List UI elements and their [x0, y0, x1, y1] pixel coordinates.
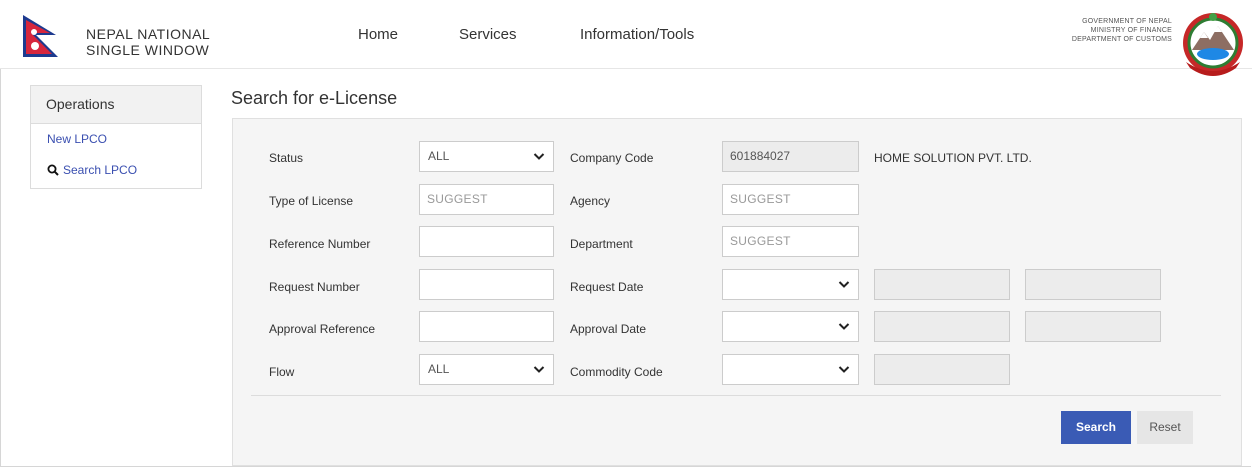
- nav-services[interactable]: Services: [459, 26, 517, 43]
- search-form-panel: Status ALL Company Code 601884027 HOME S…: [232, 118, 1242, 466]
- search-button[interactable]: Search: [1061, 411, 1131, 444]
- chevron-down-icon: [838, 323, 850, 330]
- approval-date-to[interactable]: [1025, 311, 1161, 342]
- type-of-license-input[interactable]: SUGGEST: [419, 184, 554, 215]
- nav-home[interactable]: Home: [358, 26, 398, 43]
- agency-input[interactable]: SUGGEST: [722, 184, 859, 215]
- approval-date-select[interactable]: [722, 311, 859, 342]
- commodity-code-label: Commodity Code: [570, 365, 663, 379]
- approval-reference-input[interactable]: [419, 311, 554, 342]
- request-date-to[interactable]: [1025, 269, 1161, 300]
- approval-date-label: Approval Date: [570, 322, 647, 336]
- brand-line-2: SINGLE WINDOW: [86, 42, 210, 58]
- department-label: Department: [570, 237, 633, 251]
- government-text: GOVERNMENT OF NEPAL MINISTRY OF FINANCE …: [1072, 17, 1172, 44]
- gov-line-1: GOVERNMENT OF NEPAL: [1082, 18, 1172, 25]
- request-date-from[interactable]: [874, 269, 1010, 300]
- reference-number-label: Reference Number: [269, 237, 371, 251]
- nav-information-tools[interactable]: Information/Tools: [580, 26, 694, 43]
- request-date-label: Request Date: [570, 280, 644, 294]
- chevron-down-icon: [533, 366, 545, 373]
- commodity-code-select[interactable]: [722, 354, 859, 385]
- department-input[interactable]: SUGGEST: [722, 226, 859, 257]
- company-code-label: Company Code: [570, 151, 654, 165]
- type-of-license-label: Type of License: [269, 194, 354, 208]
- nepal-flag-icon[interactable]: [20, 13, 72, 59]
- company-name: HOME SOLUTION PVT. LTD.: [874, 151, 1032, 165]
- chevron-down-icon: [533, 153, 545, 160]
- approval-reference-label: Approval Reference: [269, 322, 376, 336]
- header: NEPAL NATIONAL SINGLE WINDOW Home Servic…: [0, 0, 1252, 76]
- request-number-label: Request Number: [269, 280, 360, 294]
- company-code-field[interactable]: 601884027: [722, 141, 859, 172]
- gov-line-3: DEPARTMENT OF CUSTOMS: [1071, 36, 1172, 43]
- divider: [251, 395, 1221, 396]
- sidebar-item-new-lpco[interactable]: New LPCO: [47, 132, 107, 146]
- flow-select[interactable]: ALL: [419, 354, 554, 385]
- flow-label: Flow: [269, 365, 295, 379]
- reference-number-input[interactable]: [419, 226, 554, 257]
- request-date-select[interactable]: [722, 269, 859, 300]
- gov-line-2: MINISTRY OF FINANCE: [1090, 27, 1172, 34]
- commodity-code-field[interactable]: [874, 354, 1010, 385]
- status-select[interactable]: ALL: [419, 141, 554, 172]
- sidebar-item-label: Search LPCO: [63, 163, 138, 177]
- reset-button[interactable]: Reset: [1137, 411, 1193, 444]
- government-emblem-icon: [1183, 13, 1243, 76]
- approval-date-from[interactable]: [874, 311, 1010, 342]
- brand-name[interactable]: NEPAL NATIONAL SINGLE WINDOW: [86, 26, 210, 58]
- sidebar: Operations New LPCO Search LPCO: [30, 85, 202, 189]
- page-title: Search for e-License: [231, 88, 398, 108]
- status-selected-value: ALL: [428, 149, 450, 163]
- chevron-down-icon: [838, 281, 850, 288]
- sidebar-title: Operations: [31, 86, 201, 124]
- brand-line-1: NEPAL NATIONAL: [86, 26, 211, 42]
- chevron-down-icon: [838, 366, 850, 373]
- search-icon: [47, 164, 59, 176]
- agency-label: Agency: [570, 194, 611, 208]
- sidebar-item-search-lpco[interactable]: Search LPCO: [47, 163, 137, 177]
- request-number-input[interactable]: [419, 269, 554, 300]
- status-label: Status: [269, 151, 304, 165]
- flow-selected-value: ALL: [428, 362, 450, 376]
